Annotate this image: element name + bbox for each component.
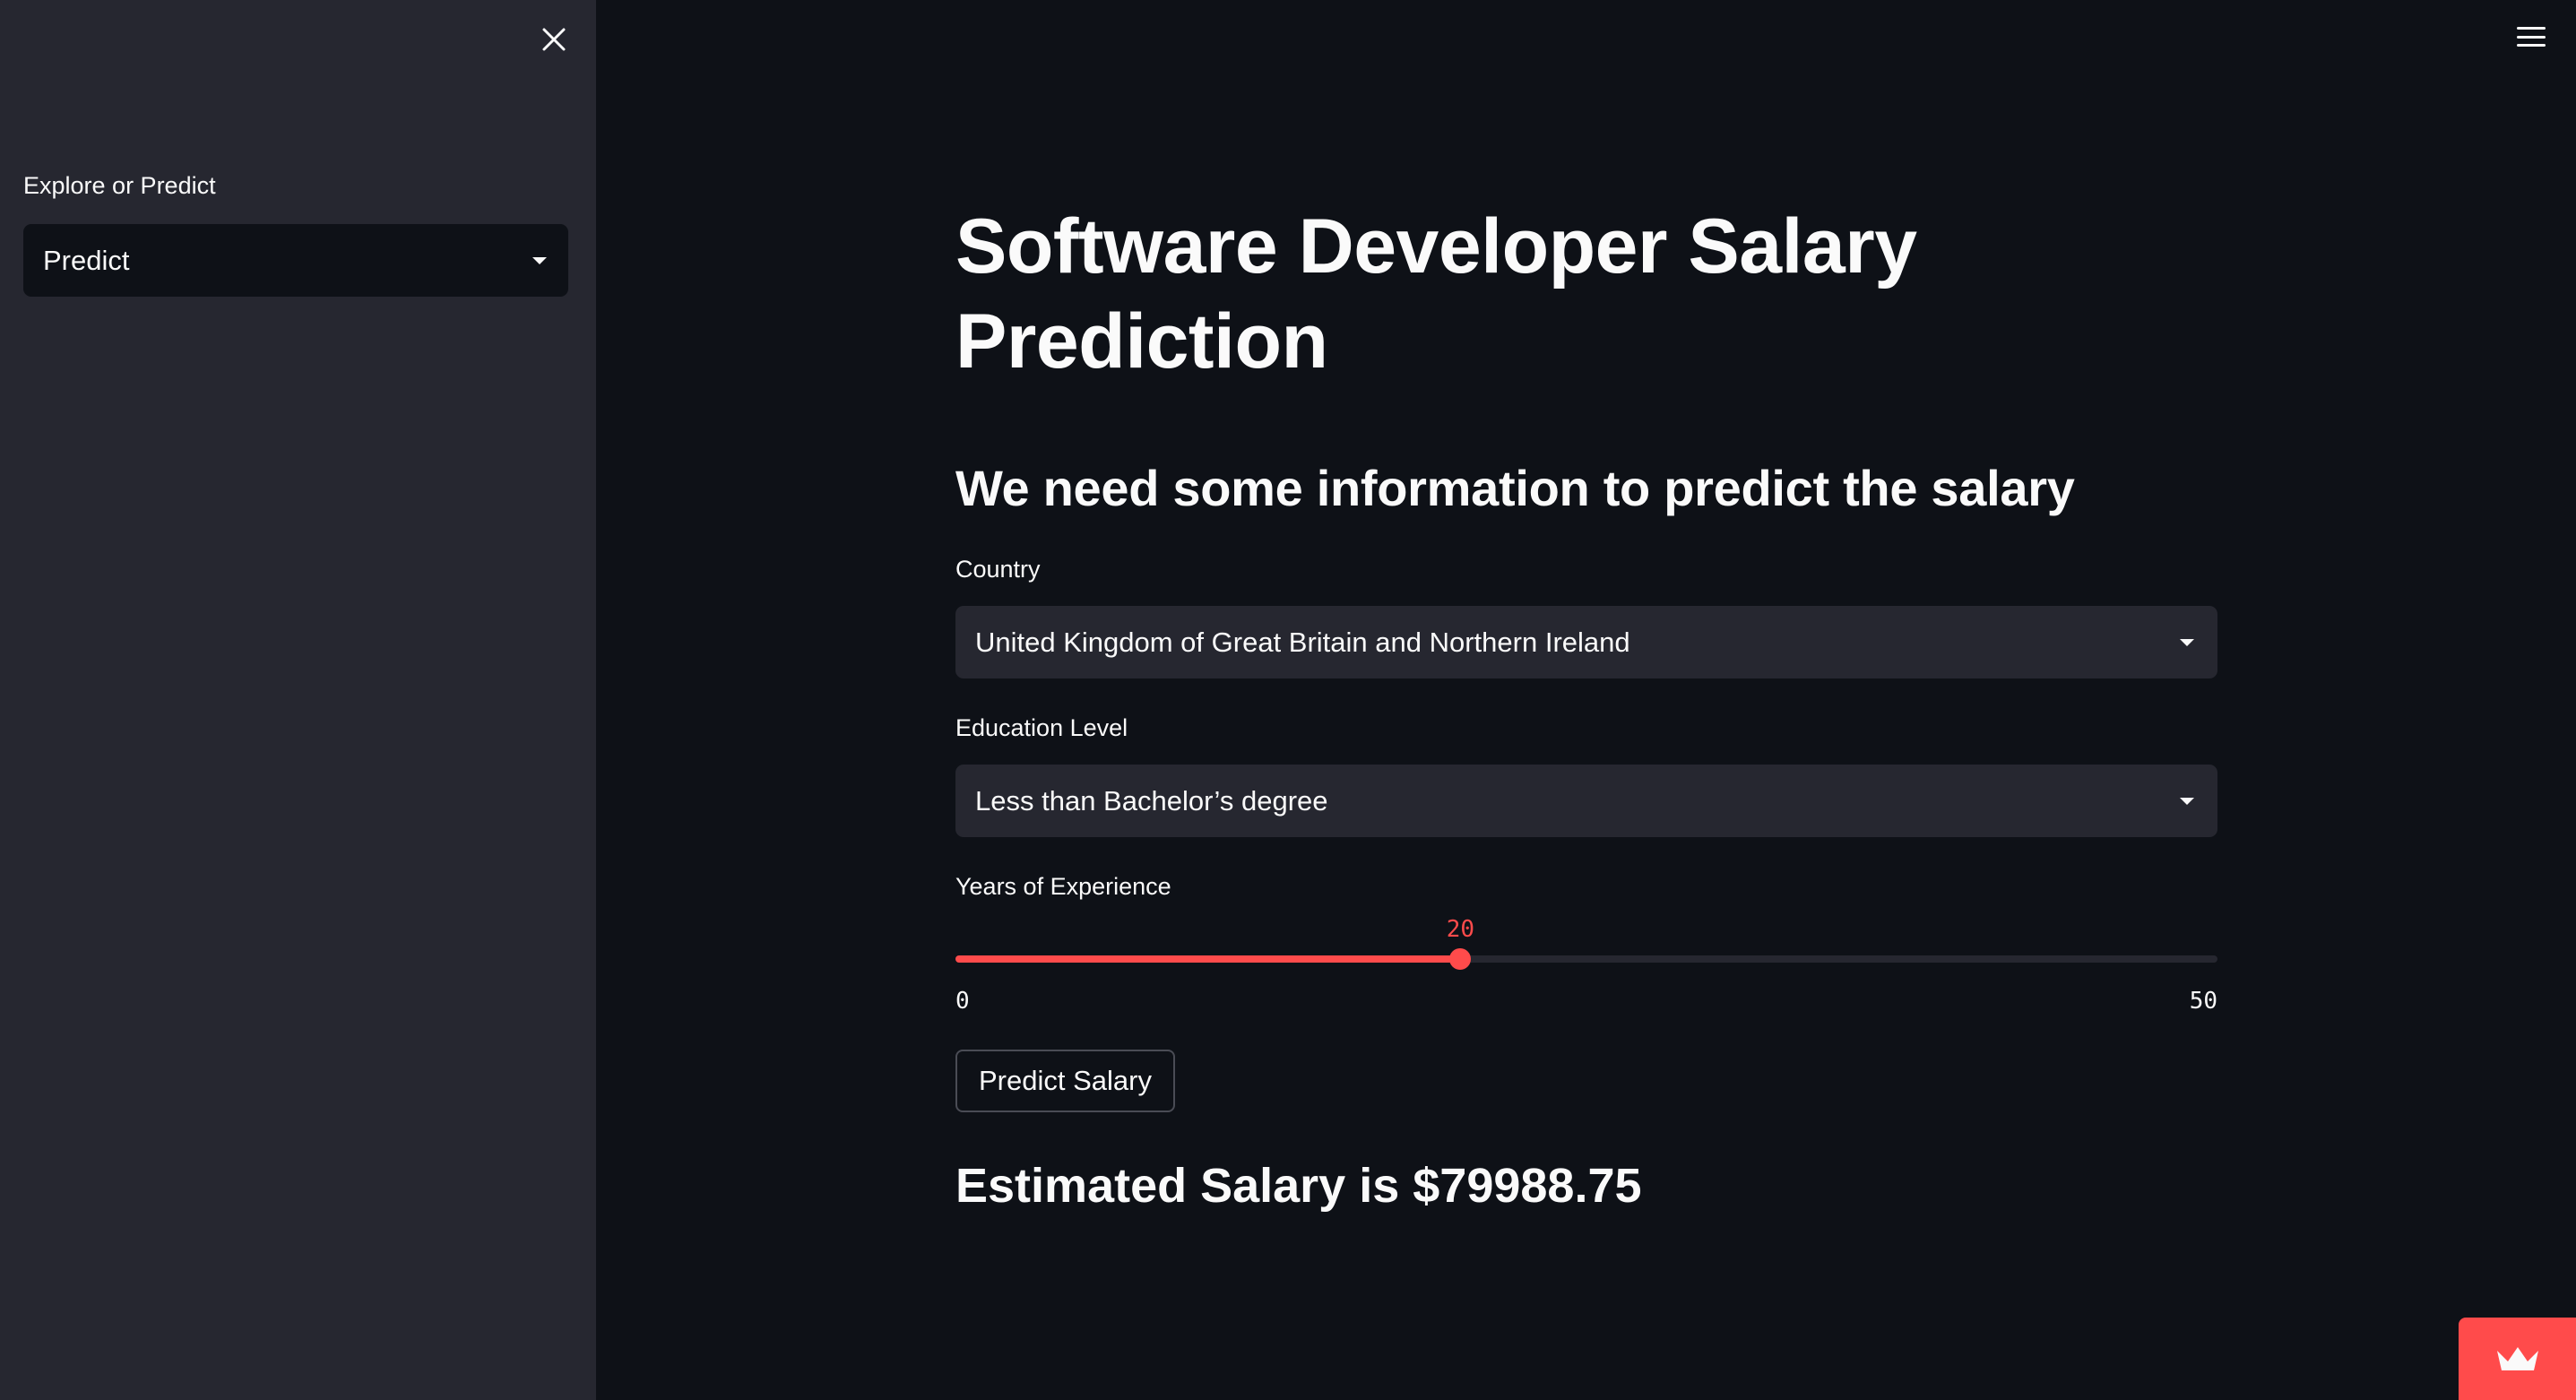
streamlit-badge[interactable] bbox=[2459, 1318, 2576, 1400]
main-menu-button[interactable] bbox=[2515, 23, 2547, 50]
country-label: Country bbox=[955, 556, 1041, 583]
experience-slider-handle[interactable] bbox=[1449, 948, 1472, 970]
hamburger-menu-icon-bar bbox=[2517, 44, 2546, 47]
experience-slider-fill bbox=[955, 955, 1461, 963]
country-select-value: United Kingdom of Great Britain and Nort… bbox=[975, 626, 1630, 658]
sidebar: Explore or Predict Predict bbox=[0, 0, 596, 1400]
predict-salary-button[interactable]: Predict Salary bbox=[955, 1050, 1175, 1112]
sidebar-select-label: Explore or Predict bbox=[23, 172, 216, 199]
education-select-value: Less than Bachelor’s degree bbox=[975, 784, 1328, 817]
chevron-down-icon bbox=[532, 256, 547, 264]
explore-predict-select[interactable]: Predict bbox=[23, 224, 568, 297]
chevron-down-icon bbox=[2180, 638, 2194, 646]
education-select[interactable]: Less than Bachelor’s degree bbox=[955, 765, 2217, 837]
close-sidebar-button[interactable] bbox=[534, 20, 574, 59]
page-title: Software Developer Salary Prediction bbox=[955, 203, 1917, 385]
app-root: Explore or Predict Predict Software Deve… bbox=[0, 0, 2576, 1400]
hamburger-menu-icon-bar bbox=[2517, 27, 2546, 30]
experience-label: Years of Experience bbox=[955, 873, 1171, 900]
experience-slider-value: 20 bbox=[1446, 916, 1474, 943]
experience-slider-max: 50 bbox=[2189, 988, 2217, 1015]
experience-slider[interactable] bbox=[955, 948, 2217, 970]
experience-slider-min: 0 bbox=[955, 988, 970, 1015]
explore-predict-select-value: Predict bbox=[43, 244, 130, 276]
close-icon bbox=[542, 28, 566, 51]
country-select[interactable]: United Kingdom of Great Britain and Nort… bbox=[955, 606, 2217, 678]
chevron-down-icon bbox=[2180, 797, 2194, 805]
estimated-salary-result: Estimated Salary is $79988.75 bbox=[955, 1159, 1642, 1213]
education-label: Education Level bbox=[955, 714, 1128, 741]
subheader: We need some information to predict the … bbox=[955, 460, 2075, 516]
hamburger-menu-icon-bar bbox=[2517, 35, 2546, 39]
crown-icon bbox=[2496, 1347, 2538, 1370]
